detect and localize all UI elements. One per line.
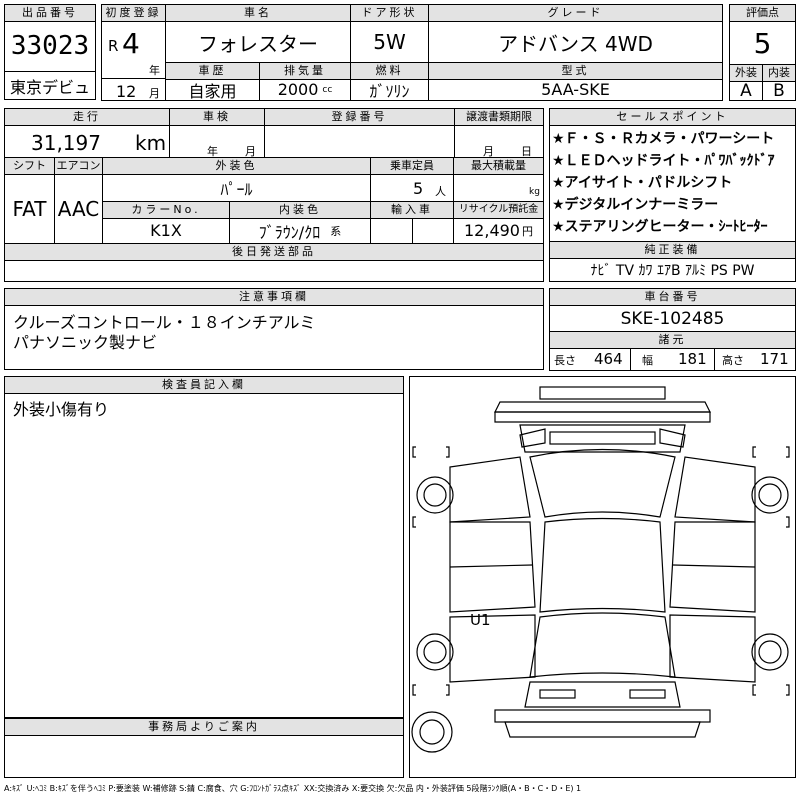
width-label: 幅 bbox=[642, 354, 653, 367]
model-label: 型式 bbox=[428, 62, 722, 80]
color-no-value: K1X bbox=[102, 218, 229, 243]
capacity-value: 5 bbox=[413, 179, 424, 198]
damage-diagram: U1 bbox=[409, 376, 796, 778]
door-label: ドア形状 bbox=[350, 5, 428, 22]
capacity-unit: 人 bbox=[435, 185, 446, 198]
load-unit: kg bbox=[529, 187, 540, 197]
inspection-label: 車検 bbox=[169, 109, 264, 126]
recycle-value: 12,490 bbox=[464, 221, 520, 240]
displacement-label: 排気量 bbox=[259, 62, 350, 80]
sales-list: ★Ｆ・Ｓ・Ｒカメラ・パワーシート ★ＬＥＤヘッドライト・ﾊﾟﾜﾊﾞｯｸﾄﾞｱ ★アイ… bbox=[552, 128, 795, 238]
length-value: 464 bbox=[594, 350, 623, 368]
reg-label: 初度登録 bbox=[102, 5, 165, 22]
later-parts-label: 後日発送部品 bbox=[5, 243, 543, 261]
equipment-label: 純正装備 bbox=[550, 241, 795, 259]
score-box: 評価点 5 外装 内装 A B bbox=[729, 4, 796, 101]
int-score: B bbox=[762, 81, 795, 101]
ac-value: AAC bbox=[54, 175, 102, 243]
int-score-label: 内装 bbox=[762, 64, 795, 82]
import-label: 輸入車 bbox=[370, 201, 453, 219]
reg-year: 4 bbox=[122, 27, 140, 60]
reg-era: R bbox=[108, 37, 119, 55]
sales-point-item: ★デジタルインナーミラー bbox=[552, 197, 719, 213]
mileage-value: 31,197 bbox=[31, 131, 101, 155]
legend: A:ｷｽﾞ U:ﾍｺﾐ B:ｷｽﾞを伴うﾍｺﾐ P:要塗装 W:補修跡 S:錆 … bbox=[4, 784, 582, 793]
chassis-box: 車台番号 SKE-102485 諸元 長さ 464 幅 181 高さ 171 bbox=[549, 288, 796, 371]
lot-label: 出品番号 bbox=[5, 5, 95, 22]
mileage-unit: km bbox=[135, 131, 167, 155]
width-value: 181 bbox=[678, 350, 707, 368]
displacement: 2000 cc bbox=[259, 79, 350, 100]
equipment-value: ﾅﾋﾞ TV ｶﾜ ｴｱB ｱﾙﾐ PS PW bbox=[590, 262, 755, 279]
recycle-unit: 円 bbox=[521, 224, 533, 238]
notes-label: 注意事項欄 bbox=[5, 289, 543, 306]
int-color-label: 内装色 bbox=[229, 201, 370, 219]
door-value: 5W bbox=[350, 22, 428, 62]
int-color-value: ﾌﾞﾗｳﾝ/ｸﾛ bbox=[258, 222, 321, 242]
score-value: 5 bbox=[753, 26, 772, 60]
sales-point-item: ★ステアリングヒーター・ｼｰﾄﾋｰﾀｰ bbox=[552, 219, 768, 235]
shift-label: シフト bbox=[5, 158, 54, 175]
transfer-label: 譲渡書類期限 bbox=[454, 109, 543, 126]
color-no-label: カラーNo. bbox=[102, 201, 229, 219]
int-color-suffix: 系 bbox=[330, 224, 342, 238]
chassis-value: SKE-102485 bbox=[620, 308, 725, 329]
sales-label: セールスポイント bbox=[550, 109, 795, 126]
int-color: ﾌﾞﾗｳﾝ/ｸﾛ 系 bbox=[229, 218, 370, 243]
sales-point-item: ★Ｆ・Ｓ・Ｒカメラ・パワーシート bbox=[552, 131, 775, 147]
lot-number: 33023 bbox=[10, 31, 90, 61]
sales-box: セールスポイント ★Ｆ・Ｓ・Ｒカメラ・パワーシート ★ＬＥＤヘッドライト・ﾊﾟﾜﾊ… bbox=[549, 108, 796, 282]
reg-month: 12 bbox=[116, 82, 137, 101]
recycle-label: リサイクル預託金 bbox=[453, 201, 543, 219]
recycle: 12,490 円 bbox=[453, 218, 543, 243]
ext-color-value: ﾊﾟｰﾙ bbox=[102, 175, 370, 201]
office-box: 事務局よりご案内 bbox=[4, 718, 404, 778]
sales-point-item: ★ＬＥＤヘッドライト・ﾊﾟﾜﾊﾞｯｸﾄﾞｱ bbox=[552, 153, 775, 169]
notes-line-2: パナソニック製ナビ bbox=[13, 333, 158, 352]
tokyo-debut: 東京デビュ bbox=[9, 77, 90, 97]
car-name: フォレスター bbox=[165, 22, 350, 62]
height-label: 高さ bbox=[722, 354, 744, 367]
plate-label: 登録番号 bbox=[264, 109, 454, 126]
ext-color-label: 外装色 bbox=[102, 158, 370, 175]
damage-mark-u1: U1 bbox=[470, 611, 491, 629]
inspector-box: 検査員記入欄 外装小傷有り bbox=[4, 376, 404, 718]
shift-value: FAT bbox=[12, 197, 47, 221]
displacement-unit: cc bbox=[322, 84, 333, 95]
office-label: 事務局よりご案内 bbox=[5, 719, 403, 736]
reg-month-unit: 月 bbox=[149, 87, 160, 100]
chassis-label: 車台番号 bbox=[550, 289, 795, 306]
model-value: 5AA-SKE bbox=[428, 79, 722, 100]
grade-value: アドバンス 4WD bbox=[428, 22, 722, 62]
sales-point-item: ★アイサイト・パドルシフト bbox=[552, 175, 733, 191]
inspector-label: 検査員記入欄 bbox=[5, 377, 403, 394]
mileage-label: 走行 bbox=[5, 109, 169, 126]
spec-box: 初度登録 車名 ドア形状 グレード R 4 年 12 月 フォレスター 5W ア… bbox=[101, 4, 723, 101]
capacity-label: 乗車定員 bbox=[370, 158, 453, 175]
detail-box: 走行 車検 登録番号 譲渡書類期限 31,197 km 年 月 月 日 シフト … bbox=[4, 108, 544, 282]
length-label: 長さ bbox=[554, 354, 576, 367]
dims-label: 諸元 bbox=[550, 331, 795, 349]
reg-year-unit: 年 bbox=[149, 64, 160, 77]
height-value: 171 bbox=[760, 350, 789, 368]
displacement-value: 2000 bbox=[277, 80, 319, 99]
ext-score-label: 外装 bbox=[730, 64, 762, 82]
score-label: 評価点 bbox=[730, 5, 795, 22]
carname-label: 車名 bbox=[165, 5, 350, 22]
ac-label: エアコン bbox=[54, 158, 102, 175]
car-outline bbox=[411, 386, 790, 753]
grade-label: グレード bbox=[428, 5, 722, 22]
inspector-text: 外装小傷有り bbox=[13, 400, 110, 419]
ext-score: A bbox=[740, 80, 752, 101]
fuel-value: ｶﾞｿﾘﾝ bbox=[350, 79, 428, 101]
lot-box: 出品番号 33023 東京デビュ bbox=[4, 4, 96, 100]
notes-box: 注意事項欄 クルーズコントロール・１８インチアルミ パナソニック製ナビ bbox=[4, 288, 544, 370]
history-value: 自家用 bbox=[165, 79, 259, 101]
load-label: 最大積載量 bbox=[453, 158, 543, 175]
